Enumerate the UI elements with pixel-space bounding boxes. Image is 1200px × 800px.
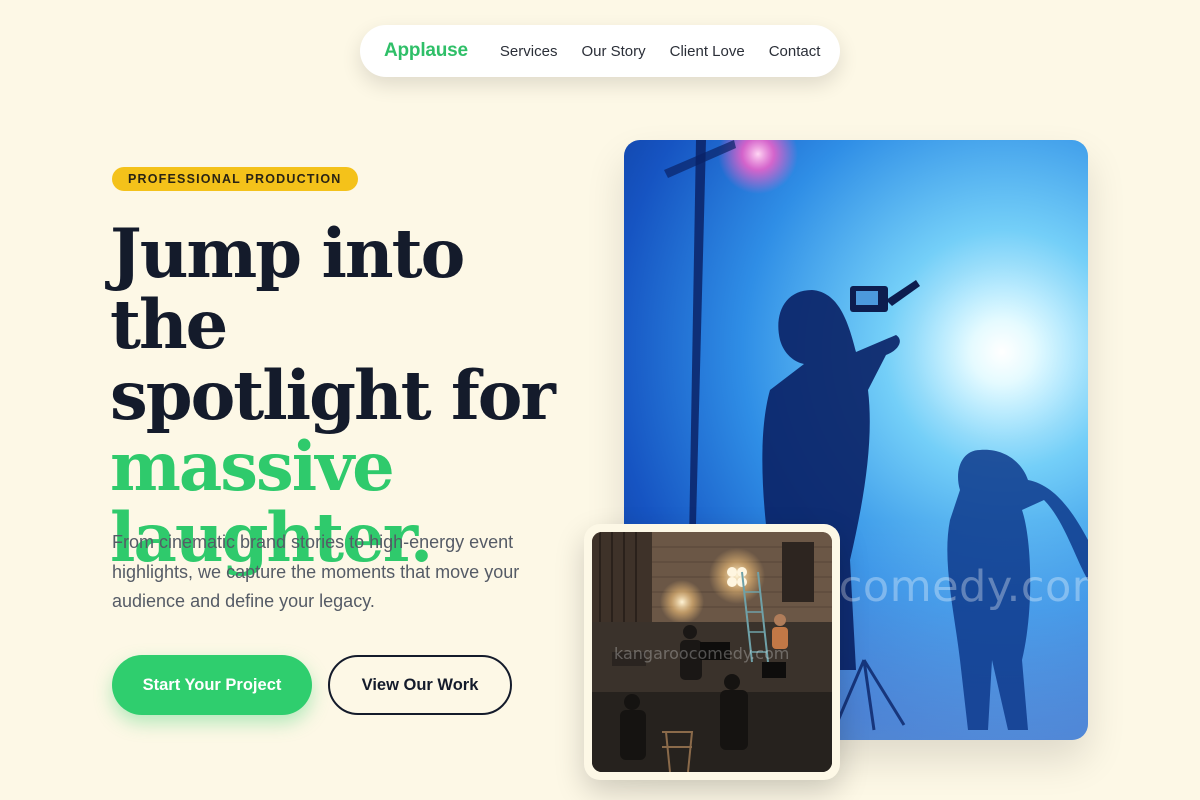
nav-link-our-story[interactable]: Our Story (581, 43, 645, 60)
nav-link-contact[interactable]: Contact (769, 43, 821, 60)
view-work-button[interactable]: View Our Work (328, 655, 512, 715)
brand-logo[interactable]: Applause (384, 40, 468, 62)
top-navigation: Applause Services Our Story Client Love … (360, 25, 840, 77)
landing-page: Applause Services Our Story Client Love … (0, 0, 1200, 800)
hero-secondary-photo-frame: kangaroocomedy.com (584, 524, 840, 780)
hero-headline: Jump into the spotlight for massive laug… (110, 218, 580, 573)
secondary-photo-watermark: kangaroocomedy.com (614, 644, 790, 663)
headline-accent-1: massive (110, 427, 395, 506)
hero-description: From cinematic brand stories to high-ene… (112, 532, 520, 611)
nav-link-client-love[interactable]: Client Love (670, 43, 745, 60)
start-project-button[interactable]: Start Your Project (112, 655, 312, 715)
headline-line-2: spotlight for (110, 356, 556, 435)
headline-line-1: Jump into the (110, 214, 465, 364)
hero-badge: PROFESSIONAL PRODUCTION (112, 167, 358, 191)
nav-link-services[interactable]: Services (500, 43, 558, 60)
hero-secondary-photo: kangaroocomedy.com (592, 532, 832, 772)
nav-links: Services Our Story Client Love Contact (500, 43, 820, 60)
